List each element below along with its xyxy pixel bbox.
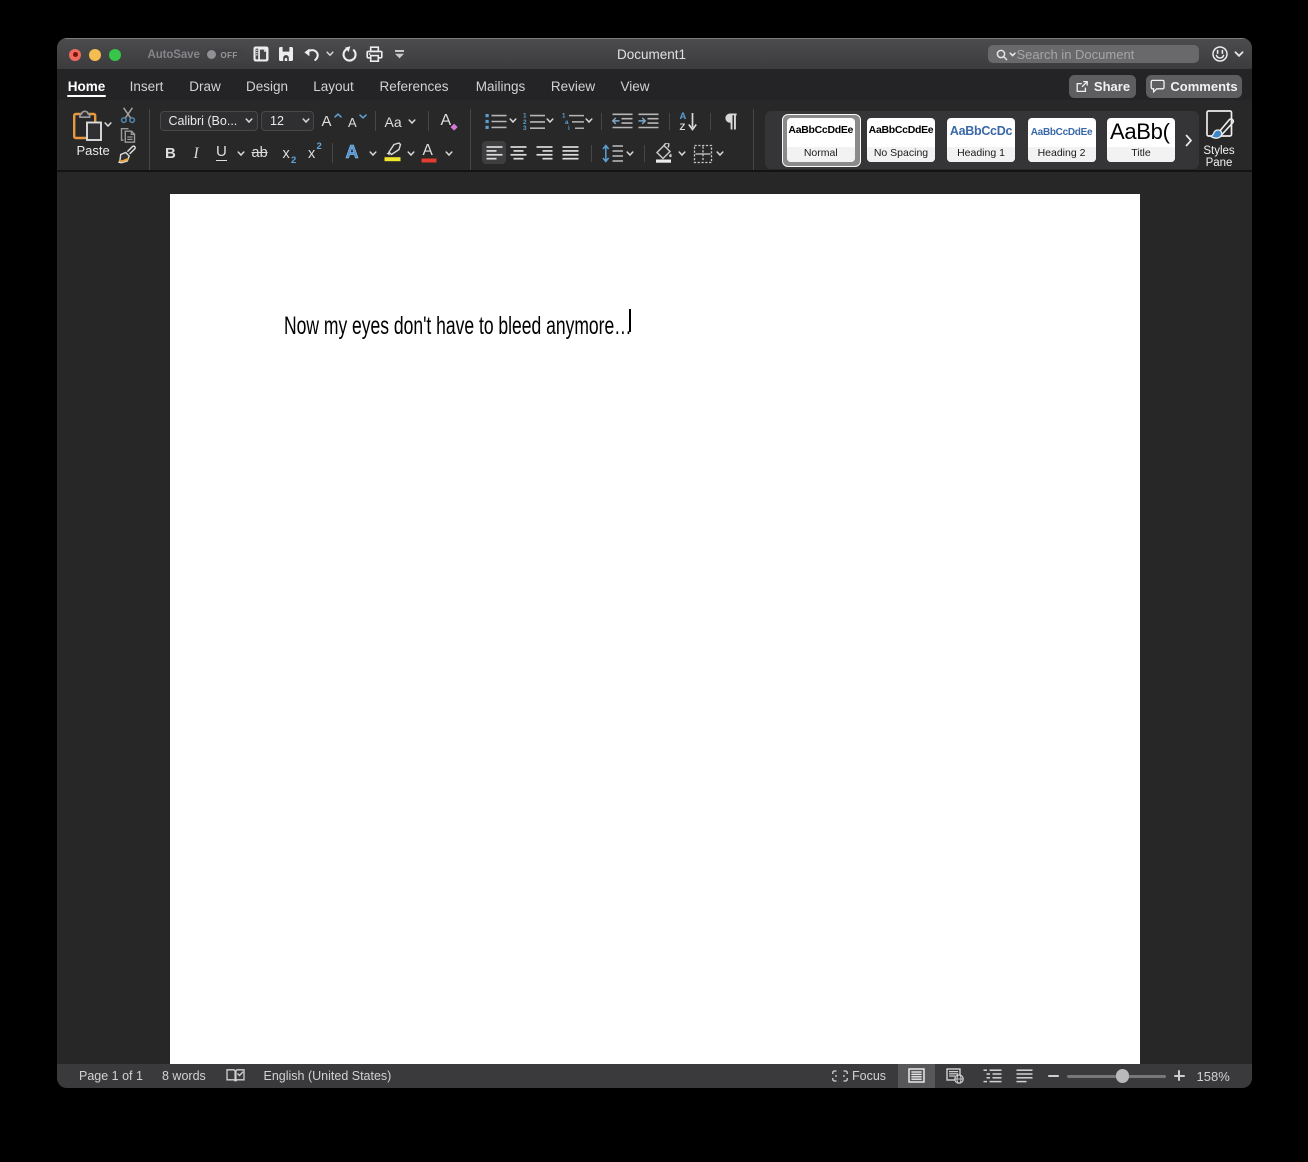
svg-text:i: i [568,125,570,131]
svg-text:Z: Z [679,122,685,132]
svg-text:A: A [679,111,686,122]
svg-text:3: 3 [523,125,527,131]
